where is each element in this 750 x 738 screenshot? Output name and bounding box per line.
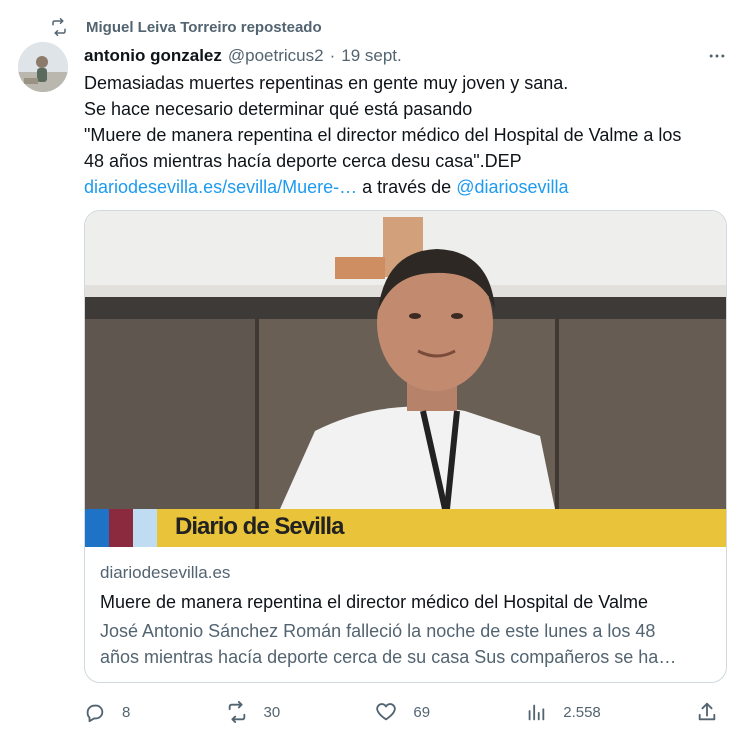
avatar[interactable] xyxy=(18,42,68,92)
card-domain: diariodesevilla.es xyxy=(100,563,231,582)
link-preview-card[interactable]: Diario de Sevilla diariodesevilla.es Mue… xyxy=(84,210,727,683)
share-button[interactable] xyxy=(696,701,718,723)
card-image: Diario de Sevilla xyxy=(85,211,726,547)
repost-icon xyxy=(228,701,245,723)
heart-icon xyxy=(376,703,397,721)
reply-count: 8 xyxy=(122,703,131,721)
views-chart-icon xyxy=(528,704,545,721)
more-options-button[interactable] xyxy=(702,44,732,68)
tweet-line: Se hace necesario determinar qué está pa… xyxy=(84,99,473,119)
tweet-text: Demasiadas muertes repentinas en gente m… xyxy=(84,70,734,200)
tweet-link-line: diariodesevilla.es/sevilla/Muere-… a tra… xyxy=(84,174,734,200)
mention-link[interactable]: @diariosevilla xyxy=(456,177,568,197)
tweet-line: 48 años mientras hacía deporte cerca des… xyxy=(84,151,522,171)
repost-icon xyxy=(52,18,66,36)
like-button[interactable]: 69 xyxy=(375,701,430,723)
repost-indicator[interactable]: Miguel Leiva Torreiro reposteado xyxy=(50,14,322,40)
card-photo xyxy=(85,211,726,547)
tweet-header: antonio gonzalez @poetricus2 · 19 sept. xyxy=(84,44,732,68)
article-link[interactable]: diariodesevilla.es/sevilla/Muere-… xyxy=(84,177,357,197)
more-dots-icon xyxy=(709,54,725,58)
author-name[interactable]: antonio gonzalez xyxy=(84,46,222,66)
card-text: diariodesevilla.es Muere de manera repen… xyxy=(85,547,726,670)
repost-button[interactable]: 30 xyxy=(226,701,281,723)
separator-dot: · xyxy=(329,46,336,65)
card-banner-text: Diario de Sevilla xyxy=(175,513,344,540)
share-icon xyxy=(698,702,716,721)
card-description: José Antonio Sánchez Román falleció la n… xyxy=(100,618,712,670)
tweet-line: Demasiadas muertes repentinas en gente m… xyxy=(84,73,569,93)
via-text: a través de xyxy=(357,177,457,197)
tweet-date[interactable]: 19 sept. xyxy=(341,46,402,66)
repost-count: 30 xyxy=(263,703,281,721)
reply-button[interactable]: 8 xyxy=(84,701,130,723)
like-count: 69 xyxy=(413,703,431,721)
action-bar: 8 30 69 2.558 xyxy=(84,700,724,724)
card-title: Muere de manera repentina el director mé… xyxy=(100,592,648,612)
card-description-line: años mientras hacía deporte cerca de su … xyxy=(100,647,677,667)
views-count: 2.558 xyxy=(563,703,601,721)
avatar-image xyxy=(18,42,68,92)
card-description-line: José Antonio Sánchez Román falleció la n… xyxy=(100,621,656,641)
reply-icon xyxy=(86,704,104,723)
repost-label: Miguel Leiva Torreiro reposteado xyxy=(86,18,322,36)
author-handle[interactable]: @poetricus2 xyxy=(228,46,324,66)
views-button[interactable]: 2.558 xyxy=(525,701,601,723)
tweet-line: "Muere de manera repentina el director m… xyxy=(84,125,682,145)
